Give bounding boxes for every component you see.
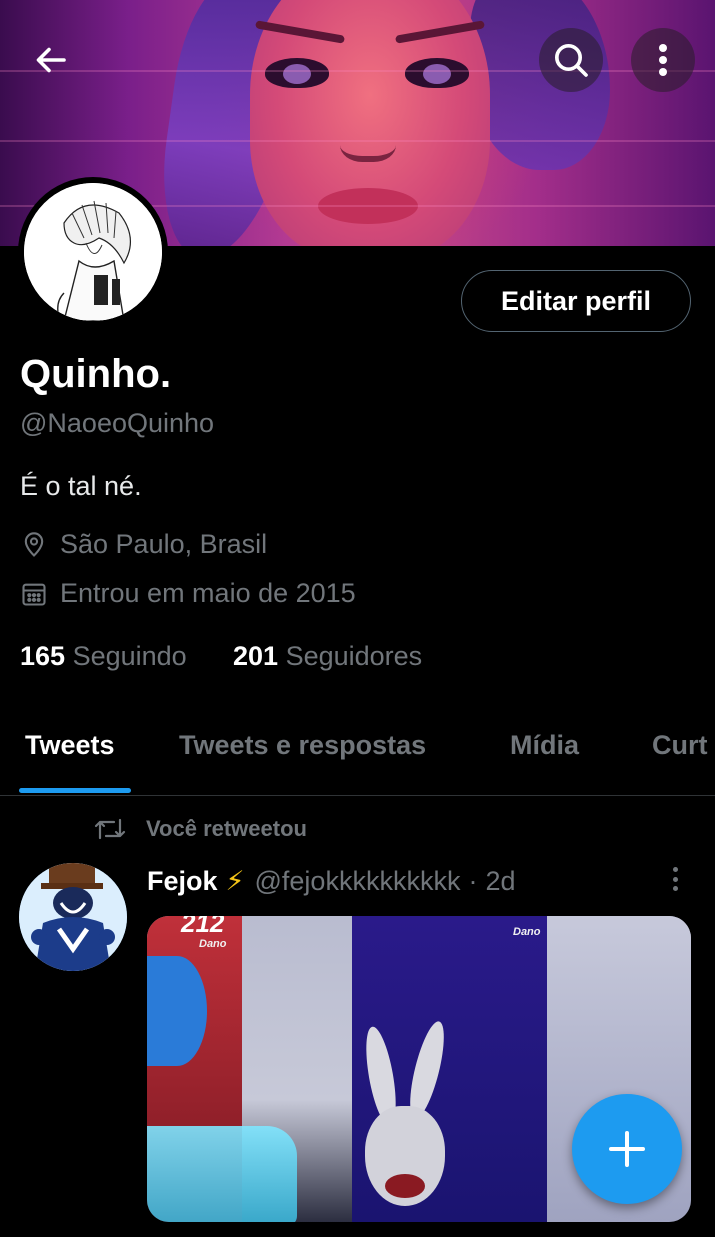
compose-tweet-button[interactable]: [572, 1094, 682, 1204]
profile-bio: É o tal né.: [20, 471, 142, 501]
tab-tweets[interactable]: Tweets: [25, 730, 115, 761]
profile-location: São Paulo, Brasil: [20, 529, 267, 560]
edit-profile-button[interactable]: Editar perfil: [461, 270, 691, 332]
author-avatar-illustration: [19, 863, 127, 971]
media-bunny-mouth: [385, 1174, 425, 1198]
more-dot: [672, 886, 678, 891]
followers-link[interactable]: 201 Seguidores: [233, 641, 422, 672]
retweet-label: Você retweetou: [146, 816, 307, 841]
location-pin-icon: [24, 531, 44, 557]
banner-glitch-line: [0, 70, 715, 72]
followers-count: 201: [233, 641, 279, 671]
avatar-illustration: [24, 183, 162, 321]
tab-divider: [0, 795, 715, 796]
lightning-icon: ⚡: [225, 866, 245, 896]
tweet-author-name[interactable]: Fejok: [147, 866, 218, 897]
tweet-more-button[interactable]: [662, 864, 688, 894]
search-icon: [555, 44, 588, 77]
back-button[interactable]: [20, 28, 84, 92]
profile-name: Quinho.: [20, 352, 172, 396]
plus-icon: [609, 1131, 645, 1167]
profile-joined: Entrou em maio de 2015: [20, 578, 356, 609]
joined-text: Entrou em maio de 2015: [60, 578, 356, 608]
profile-handle: @NaoeoQuinho: [20, 408, 215, 438]
followers-label: Seguidores: [285, 641, 423, 671]
tab-media[interactable]: Mídia: [510, 730, 579, 761]
media-blue-cloud: [147, 956, 207, 1066]
avatar: [24, 183, 162, 321]
arrow-left-icon: [36, 47, 66, 73]
tab-likes[interactable]: Curt: [652, 730, 708, 761]
active-tab-indicator: [19, 788, 131, 793]
media-label-left: Dano: [199, 938, 227, 950]
media-label-right: Dano: [513, 926, 541, 938]
retweet-context: Você retweetou: [92, 816, 307, 842]
media-score-left: 212: [181, 916, 225, 938]
more-options-button[interactable]: [631, 28, 695, 92]
more-vertical-icon: [659, 44, 667, 76]
media-cup: [147, 1126, 297, 1222]
more-dot: [672, 867, 678, 872]
tab-tweets-and-replies[interactable]: Tweets e respostas: [179, 730, 426, 761]
profile-avatar-frame[interactable]: [18, 177, 168, 327]
search-button[interactable]: [539, 28, 603, 92]
location-text: São Paulo, Brasil: [60, 529, 268, 559]
following-link[interactable]: 165 Seguindo: [20, 641, 187, 672]
banner-art-eye-right: [405, 58, 469, 88]
tweet-author-avatar[interactable]: [19, 863, 127, 971]
tweet-timestamp[interactable]: 2d: [485, 866, 515, 897]
following-label: Seguindo: [72, 641, 187, 671]
banner-glitch-line: [0, 140, 715, 142]
following-count: 165: [20, 641, 66, 671]
retweet-icon: [94, 818, 126, 840]
banner-art-eye-left: [265, 58, 329, 88]
tweet-separator: ·: [468, 866, 478, 896]
calendar-icon: [22, 583, 46, 606]
tweet-header: Fejok ⚡ @fejokkkkkkkkkk · 2d: [147, 866, 516, 897]
more-dot: [672, 876, 678, 882]
tweet-author-handle[interactable]: @fejokkkkkkkkkk: [255, 866, 461, 897]
